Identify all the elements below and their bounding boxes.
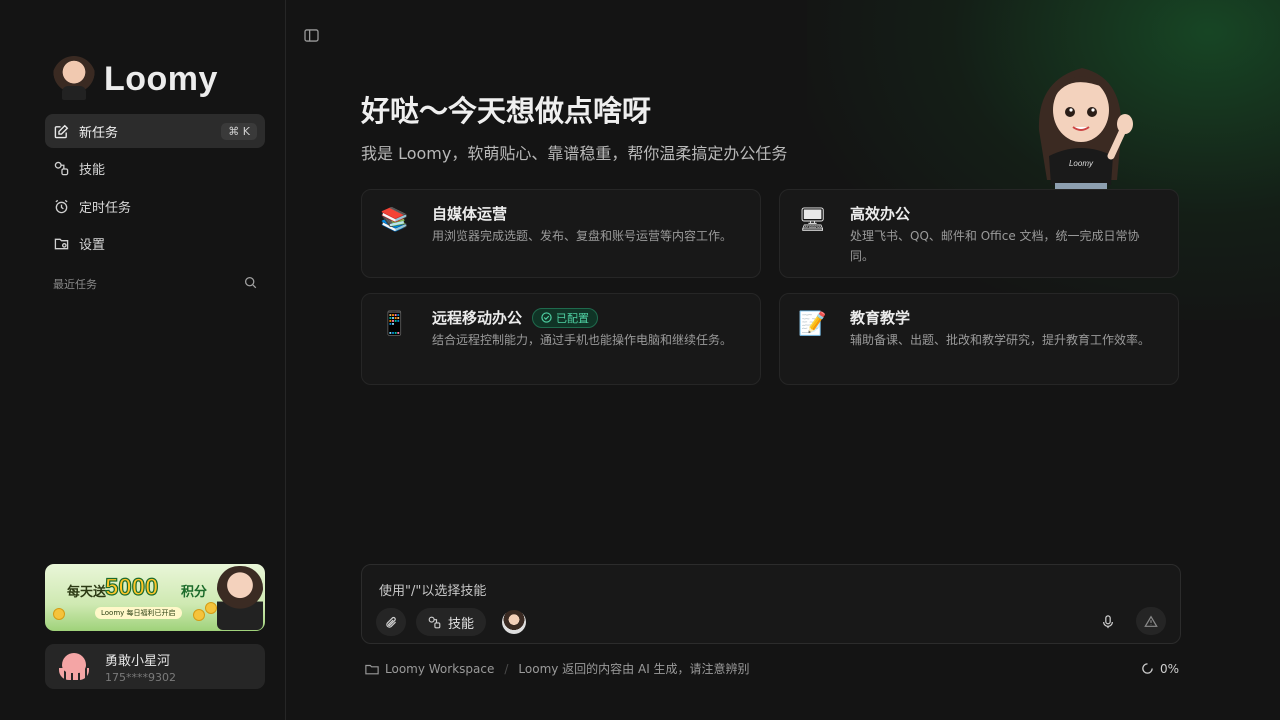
card-description: 结合远程控制能力，通过手机也能操作电脑和继续任务。 [432,333,733,347]
user-phone: 175****9302 [105,670,176,684]
send-button[interactable] [1136,607,1166,635]
promo-prefix: 每天送 [67,585,107,600]
search-icon[interactable] [244,276,257,292]
check-circle-icon [541,312,552,323]
agent-avatar-icon[interactable] [502,610,526,634]
separator: / [504,661,509,676]
chat-composer[interactable]: 使用"/"以选择技能 技能 [361,564,1181,644]
mascot-avatar-icon [52,56,96,102]
progress-ring-icon [1142,663,1153,674]
recent-tasks-header: 最近任务 [53,276,257,292]
skills-button-label: 技能 [448,616,475,632]
sidebar-item-scheduled-tasks[interactable]: 定时任务 [45,189,265,223]
ai-disclaimer: Loomy 返回的内容由 AI 生成，请注意辨别 [518,662,750,676]
microphone-icon[interactable] [1102,614,1114,633]
skill-card-office[interactable]: 🖥 高效办公 处理飞书、QQ、邮件和 Office 文档，统一完成日常协同。 [779,189,1179,278]
sidebar-item-label: 新任务 [79,125,119,141]
skills-icon [428,616,441,628]
card-description: 用浏览器完成选题、发布、复盘和账号运营等内容工作。 [432,229,733,243]
shortcut-badge: ⌘ K [221,122,257,140]
sidebar-item-label: 定时任务 [79,200,132,216]
promo-banner[interactable]: 每天送 5000 积分 Loomy 每日福利已开启 [45,564,265,631]
paperclip-icon [385,616,396,628]
sidebar-item-label: 技能 [79,163,106,178]
desktop-computer-icon: 🖥 [798,207,828,233]
skill-card-media[interactable]: 📚 自媒体运营 用浏览器完成选题、发布、复盘和账号运营等内容工作。 [361,189,761,278]
context-usage-value: 0% [1159,661,1179,676]
greeting-subtitle: 我是 Loomy，软萌贴心、靠谱稳重，帮你温柔搞定办公任务 [361,144,788,163]
workspace-label[interactable]: Loomy Workspace [385,662,494,676]
sidebar-nav: 新任务 ⌘ K 技能 定时任务 设置 [45,114,265,264]
skill-card-education[interactable]: 📝 教育教学 辅助备课、出题、批改和教学研究，提升教育工作效率。 [779,293,1179,385]
footer-bar: Loomy Workspace / Loomy 返回的内容由 AI 生成，请注意… [365,660,1179,677]
context-usage: 0% [1141,662,1179,676]
composer-placeholder[interactable]: 使用"/"以选择技能 [379,580,486,599]
main-panel: 好哒～今天想做点啥呀 我是 Loomy，软萌贴心、靠谱稳重，帮你温柔搞定办公任务… [287,0,1280,720]
sidebar: Loomy 新任务 ⌘ K 技能 定时任务 设置 最近任务 每天送 5000 积… [0,0,286,720]
skills-button[interactable]: 技能 [416,608,487,636]
brand-name: Loomy [104,59,218,98]
configured-badge: 已配置 [532,307,599,328]
card-title: 远程移动办公 [432,309,523,327]
sidebar-item-new-task[interactable]: 新任务 ⌘ K [45,114,265,148]
card-title: 教育教学 [850,309,911,327]
badge-label: 已配置 [556,311,590,325]
send-icon [1144,614,1158,627]
skills-icon [53,161,69,177]
card-title: 高效办公 [850,205,911,223]
user-profile[interactable]: 勇敢小星河 175****9302 [45,644,265,689]
settings-icon [53,236,69,252]
sidebar-toggle-icon[interactable] [304,27,319,46]
books-icon: 📚 [380,207,409,233]
folder-icon [365,664,379,674]
mascot-illustration-icon [217,566,263,630]
greeting-title: 好哒～今天想做点啥呀 [361,94,652,128]
skill-card-remote[interactable]: 📱 远程移动办公 已配置 结合远程控制能力，通过手机也能操作电脑和继续任务。 [361,293,761,385]
edit-icon [53,123,69,139]
mobile-phone-icon: 📱 [380,311,409,337]
coin-icon [193,609,205,621]
promo-unit: 积分 [181,585,208,600]
user-name: 勇敢小星河 [105,653,171,669]
octopus-avatar-icon [57,652,91,682]
memo-icon: 📝 [798,311,827,337]
coin-icon [53,608,65,620]
mascot-shirt-label: Loomy [1069,159,1094,168]
mascot-waving-icon: Loomy [1038,68,1133,195]
sidebar-item-skills[interactable]: 技能 [45,152,265,186]
attach-button[interactable] [376,608,406,636]
sidebar-item-label: 设置 [79,238,106,253]
card-title: 自媒体运营 [432,205,508,223]
promo-number: 5000 [104,573,159,601]
card-description: 处理飞书、QQ、邮件和 Office 文档，统一完成日常协同。 [850,229,1140,263]
sidebar-item-settings[interactable]: 设置 [45,227,265,261]
promo-subtitle: Loomy 每日福利已开启 [95,607,182,619]
alarm-icon [53,198,69,214]
coin-icon [205,602,217,614]
card-description: 辅助备课、出题、批改和教学研究，提升教育工作效率。 [850,333,1151,347]
brand-logo[interactable]: Loomy [52,56,218,102]
recent-tasks-label: 最近任务 [53,278,97,291]
